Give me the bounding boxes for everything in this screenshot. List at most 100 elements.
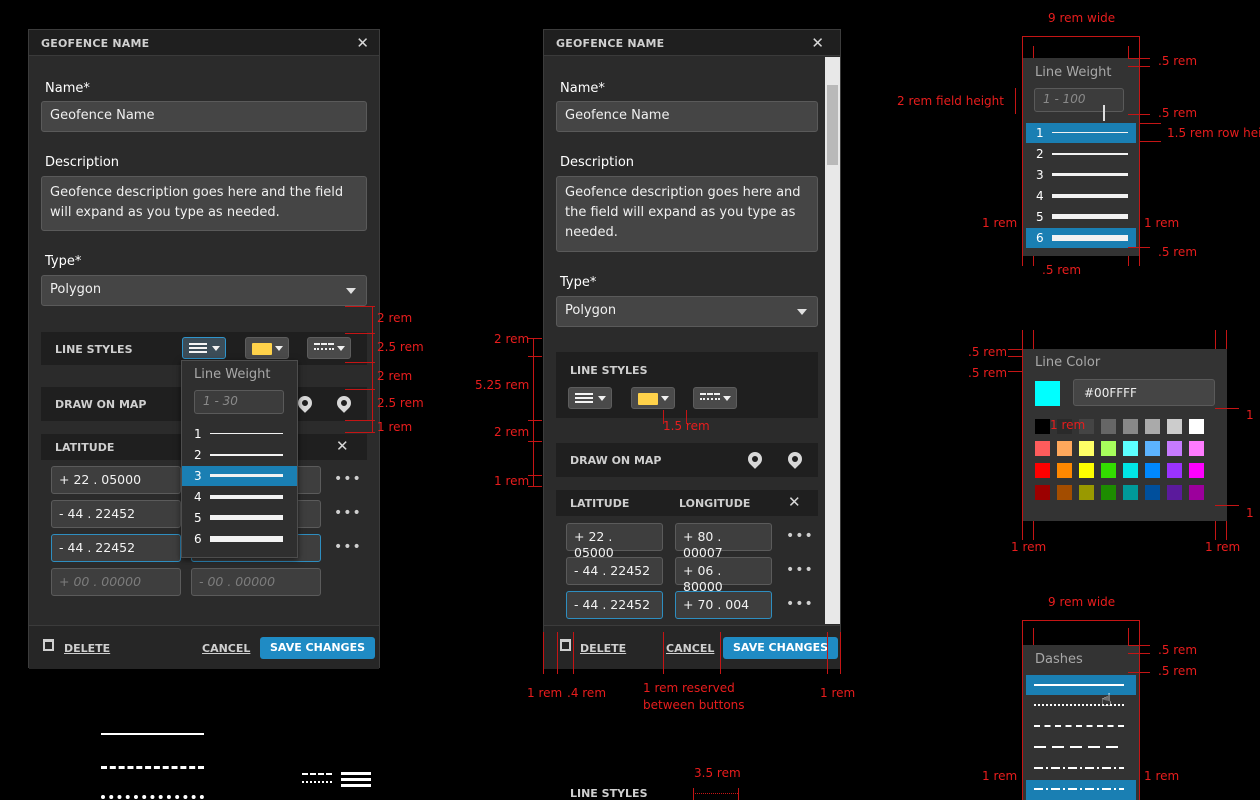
palette-swatch[interactable]	[1167, 463, 1182, 478]
line-weight-input[interactable]: 1 - 30	[194, 390, 284, 414]
line-weight-option-1[interactable]: 1	[182, 424, 297, 444]
palette-swatch[interactable]	[1145, 441, 1160, 456]
line-color-button[interactable]	[631, 387, 675, 409]
more-icon[interactable]: •••	[334, 539, 362, 555]
line-weight-option-2[interactable]: 2	[1026, 144, 1136, 164]
scrollbar[interactable]	[825, 57, 840, 624]
save-changes-button[interactable]: SAVE CHANGES	[260, 637, 376, 659]
palette-swatch[interactable]	[1079, 463, 1094, 478]
palette-swatch[interactable]	[1123, 485, 1138, 500]
line-weight-option-5[interactable]: 5	[182, 508, 297, 528]
palette-swatch[interactable]	[1167, 419, 1182, 434]
dash-option-dotted[interactable]	[1026, 696, 1136, 716]
remove-pin-icon[interactable]	[334, 393, 354, 413]
type-select[interactable]: Polygon	[41, 275, 367, 306]
line-weight-button[interactable]	[568, 387, 612, 409]
palette-swatch[interactable]	[1123, 419, 1138, 434]
lat-input-2[interactable]: - 44 . 22452	[566, 557, 663, 585]
line-weight-option-4[interactable]: 4	[182, 487, 297, 507]
palette-swatch[interactable]	[1189, 441, 1204, 456]
palette-swatch[interactable]	[1145, 419, 1160, 434]
palette-swatch[interactable]	[1167, 485, 1182, 500]
dashes-button[interactable]	[307, 337, 351, 359]
close-icon[interactable]: ✕	[811, 36, 824, 51]
palette-swatch[interactable]	[1057, 441, 1072, 456]
palette-swatch[interactable]	[1189, 485, 1204, 500]
description-input[interactable]: Geofence description goes here and the f…	[556, 176, 818, 252]
clear-coords-icon[interactable]: ✕	[336, 439, 349, 454]
line-weight-option-4[interactable]: 4	[1026, 186, 1136, 206]
line-color-button[interactable]	[245, 337, 289, 359]
name-input[interactable]: Geofence Name	[556, 101, 818, 132]
palette-swatch[interactable]	[1035, 485, 1050, 500]
palette-swatch[interactable]	[1057, 463, 1072, 478]
more-icon[interactable]: •••	[334, 505, 362, 521]
lat-input-1[interactable]: + 22 . 05000	[566, 523, 663, 560]
line-weight-option-3[interactable]: 3	[1026, 165, 1136, 185]
hex-input[interactable]: #00FFFF	[1073, 379, 1215, 406]
line-weight-option-5[interactable]: 5	[1026, 207, 1136, 227]
palette-swatch[interactable]	[1189, 419, 1204, 434]
palette-swatch[interactable]	[1123, 441, 1138, 456]
palette-swatch[interactable]	[1079, 485, 1094, 500]
line-weight-input[interactable]: 1 - 100	[1034, 88, 1124, 112]
palette-swatch[interactable]	[1189, 463, 1204, 478]
palette-swatch[interactable]	[1035, 463, 1050, 478]
name-input[interactable]: Geofence Name	[41, 101, 367, 132]
trash-icon[interactable]	[560, 639, 571, 651]
save-changes-button[interactable]: SAVE CHANGES	[723, 637, 839, 659]
clear-coords-icon[interactable]: ✕	[788, 495, 801, 510]
more-icon[interactable]: •••	[786, 528, 814, 544]
longitude-label: LONGITUDE	[679, 497, 751, 510]
dash-option-dashed[interactable]	[1026, 717, 1136, 737]
palette-swatch[interactable]	[1145, 485, 1160, 500]
lat-input-3[interactable]: - 44 . 22452	[566, 591, 663, 619]
lat-input-1[interactable]: + 22 . 05000	[51, 466, 181, 494]
palette-swatch[interactable]	[1035, 441, 1050, 456]
trash-icon[interactable]	[43, 639, 54, 651]
lat-input-new[interactable]: + 00 . 00000	[51, 568, 181, 596]
dash-option-dash-dot-dot[interactable]	[1026, 780, 1136, 800]
cancel-button[interactable]: CANCEL	[202, 642, 250, 655]
more-icon[interactable]: •••	[786, 596, 814, 612]
close-icon[interactable]: ✕	[356, 36, 369, 51]
dash-option-long-dash[interactable]	[1026, 738, 1136, 758]
lon-input-3[interactable]: + 70 . 004	[675, 591, 772, 619]
lat-input-3[interactable]: - 44 . 22452	[51, 534, 181, 562]
more-icon[interactable]: •••	[334, 471, 362, 487]
line-weight-option-3[interactable]: 3	[182, 466, 297, 486]
cancel-button[interactable]: CANCEL	[666, 642, 714, 655]
lon-input-new[interactable]: - 00 . 00000	[191, 568, 321, 596]
palette-swatch[interactable]	[1057, 485, 1072, 500]
line-weight-option-2[interactable]: 2	[182, 445, 297, 465]
remove-pin-icon[interactable]	[785, 449, 805, 469]
palette-swatch[interactable]	[1167, 441, 1182, 456]
more-icon[interactable]: •••	[786, 562, 814, 578]
lat-input-2[interactable]: - 44 . 22452	[51, 500, 181, 528]
palette-swatch[interactable]	[1035, 419, 1050, 434]
palette-swatch[interactable]	[1123, 463, 1138, 478]
lon-input-1[interactable]: + 80 . 00007	[675, 523, 772, 560]
description-input[interactable]: Geofence description goes here and the f…	[41, 176, 367, 231]
line-weight-option-1[interactable]: 1	[1026, 123, 1136, 143]
add-pin-icon[interactable]	[295, 393, 315, 413]
palette-swatch[interactable]	[1101, 441, 1116, 456]
delete-button[interactable]: DELETE	[64, 642, 110, 655]
line-weight-button[interactable]	[182, 337, 226, 359]
palette-swatch[interactable]	[1101, 485, 1116, 500]
line-weight-option-6[interactable]: 6	[182, 529, 297, 549]
scrollbar-thumb[interactable]	[827, 85, 838, 165]
dash-option-dash-dot[interactable]	[1026, 759, 1136, 779]
type-select[interactable]: Polygon	[556, 296, 818, 327]
delete-button[interactable]: DELETE	[580, 642, 626, 655]
line-weight-option-6[interactable]: 6	[1026, 228, 1136, 248]
dash-option-solid[interactable]	[1026, 675, 1136, 695]
palette-swatch[interactable]	[1101, 419, 1116, 434]
add-pin-icon[interactable]	[745, 449, 765, 469]
palette-swatch[interactable]	[1145, 463, 1160, 478]
line-weight-icon	[341, 772, 371, 787]
palette-swatch[interactable]	[1101, 463, 1116, 478]
lon-input-2[interactable]: + 06 . 80000	[675, 557, 772, 594]
palette-swatch[interactable]	[1079, 441, 1094, 456]
dashes-button[interactable]	[693, 387, 737, 409]
